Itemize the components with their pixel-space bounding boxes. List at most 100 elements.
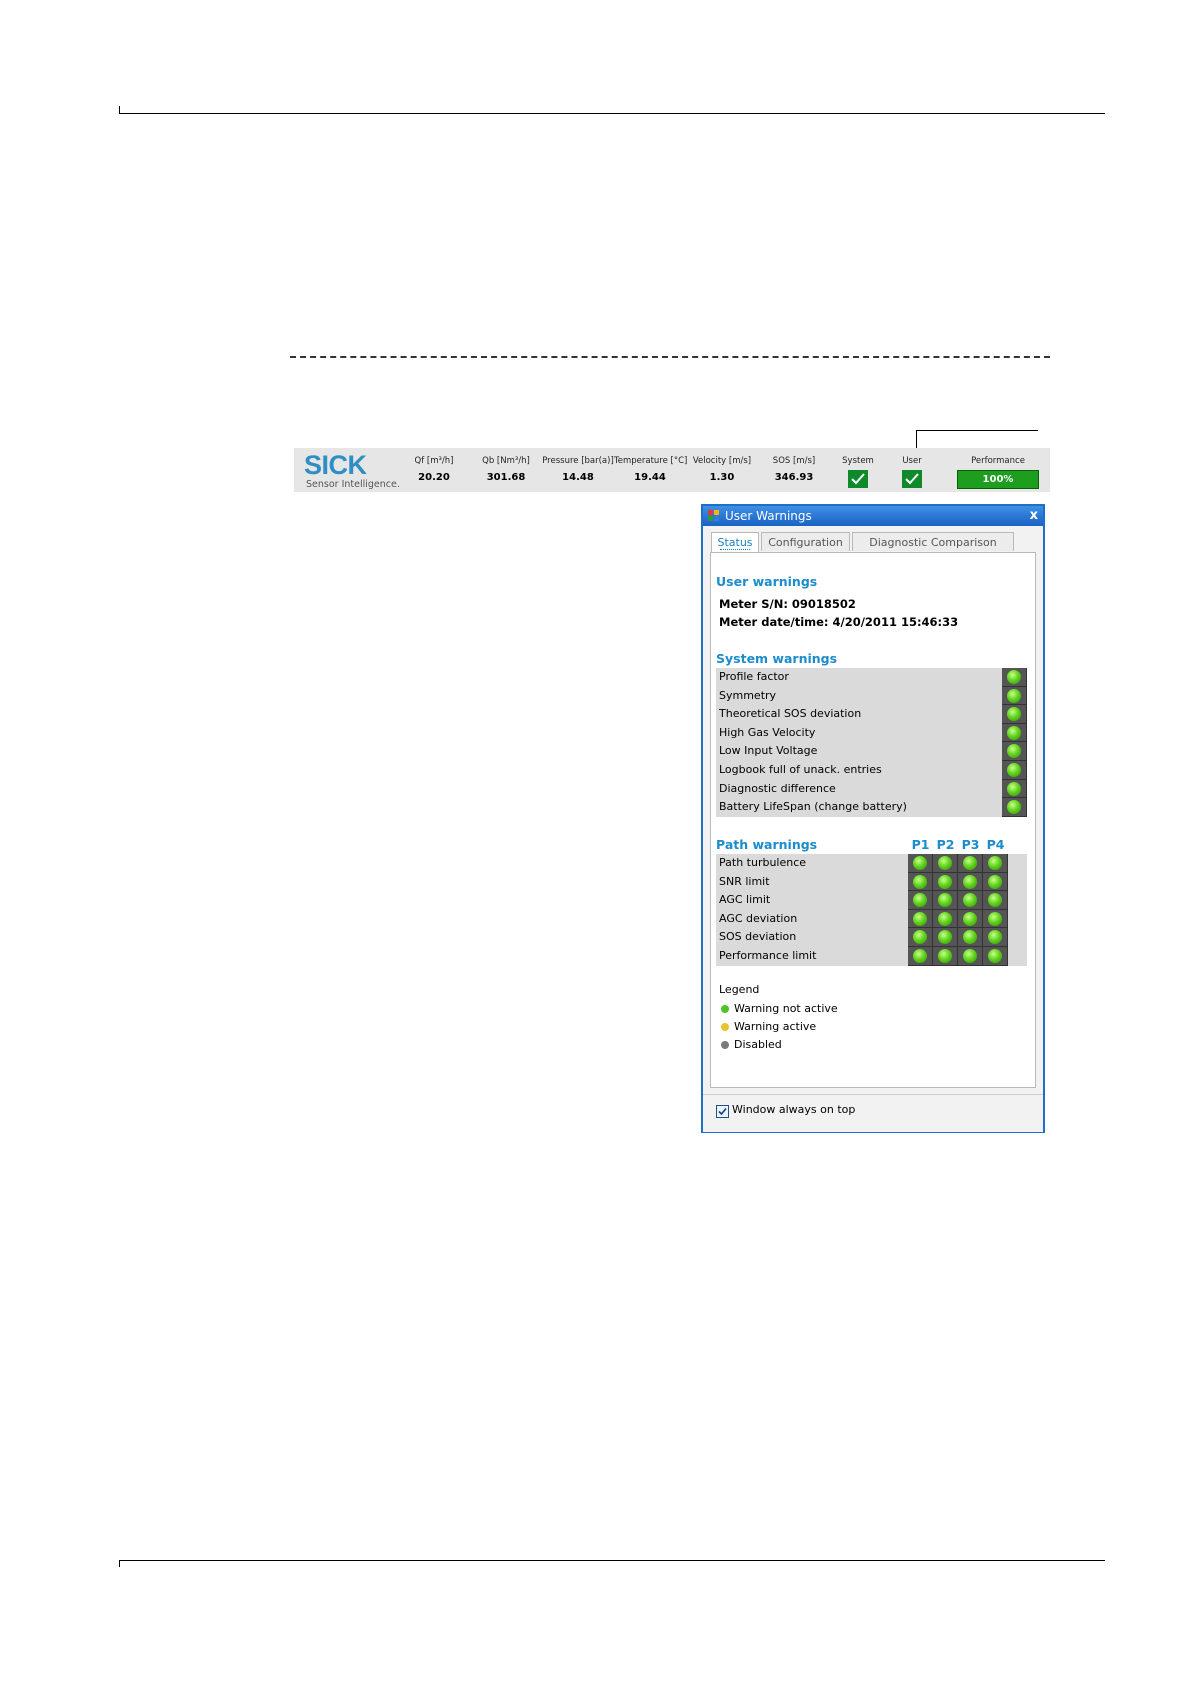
window-titlebar[interactable]: User Warnings x bbox=[703, 506, 1043, 526]
legend-item: Warning active bbox=[719, 1018, 919, 1036]
status-led-cell bbox=[983, 854, 1008, 873]
sick-logo: SICK bbox=[304, 450, 367, 480]
warning-label: Low Input Voltage bbox=[719, 744, 818, 758]
legend-label: Warning not active bbox=[734, 1002, 838, 1015]
legend-item: Warning not active bbox=[719, 1000, 919, 1018]
legend-item: Disabled bbox=[719, 1036, 919, 1054]
path-col-header: P1 bbox=[911, 837, 930, 852]
page-footer-rule bbox=[119, 1560, 1105, 1561]
path-warning-row: SNR limit bbox=[716, 872, 1027, 892]
status-led-icon bbox=[913, 874, 927, 889]
system-warning-row: Profile factor bbox=[716, 668, 1027, 687]
path-col-header: P4 bbox=[986, 837, 1005, 852]
sick-tagline: Sensor Intelligence. bbox=[306, 479, 400, 490]
status-led-cell bbox=[1002, 742, 1027, 761]
status-led-icon bbox=[1007, 800, 1021, 815]
warning-label: Logbook full of unack. entries bbox=[719, 762, 882, 776]
tab-configuration[interactable]: Configuration bbox=[761, 532, 850, 551]
warning-label: AGC deviation bbox=[719, 911, 798, 925]
status-led-cell bbox=[1002, 798, 1027, 817]
path-warnings-title: Path warnings bbox=[716, 837, 818, 852]
status-led-icon bbox=[963, 930, 977, 945]
warning-label: SOS deviation bbox=[719, 930, 797, 944]
warning-label: AGC limit bbox=[719, 893, 771, 907]
app-icon bbox=[708, 510, 719, 521]
performance-status[interactable]: Performance 100% bbox=[950, 454, 1046, 489]
path-warnings-table: Path turbulence SNR limit AGC limit AGC dev… bbox=[716, 854, 1027, 966]
warning-label: Performance limit bbox=[719, 948, 817, 962]
status-led-cell bbox=[958, 946, 983, 966]
status-led-icon bbox=[963, 911, 977, 926]
status-led-cell bbox=[1002, 686, 1027, 706]
status-col-velocity: Velocity [m/s] 1.30 bbox=[686, 454, 758, 483]
status-led-icon bbox=[913, 930, 927, 945]
status-col-value: 301.68 bbox=[486, 472, 526, 483]
status-led-cell bbox=[958, 928, 983, 947]
status-led-icon bbox=[1007, 707, 1021, 722]
warning-label: High Gas Velocity bbox=[719, 725, 816, 739]
status-col-temperature: Temperature [°C] 19.44 bbox=[614, 454, 687, 483]
warning-label: Profile factor bbox=[719, 670, 789, 683]
legend-dot-grey-icon bbox=[721, 1041, 729, 1049]
status-led-icon bbox=[963, 948, 977, 963]
warning-label: SNR limit bbox=[719, 874, 770, 888]
performance-label: Performance bbox=[971, 456, 1025, 466]
warning-label: Path turbulence bbox=[719, 856, 807, 869]
system-warning-row: Logbook full of unack. entries bbox=[716, 760, 1027, 780]
warning-label: Theoretical SOS deviation bbox=[719, 707, 862, 721]
window-title: User Warnings bbox=[725, 509, 812, 523]
status-led-icon bbox=[988, 911, 1002, 926]
user-check-icon[interactable] bbox=[902, 470, 922, 488]
status-led-cell bbox=[983, 891, 1008, 910]
checkmark-icon bbox=[718, 1107, 727, 1116]
legend-dot-yellow-icon bbox=[721, 1023, 729, 1031]
system-warning-row: Theoretical SOS deviation bbox=[716, 705, 1027, 724]
warning-label: Battery LifeSpan (change battery) bbox=[719, 800, 907, 814]
window-footer: Window always on top bbox=[703, 1094, 1043, 1132]
tab-label: Configuration bbox=[768, 536, 843, 549]
status-col-label: Pressure [bar(a)] bbox=[542, 456, 614, 466]
status-led-cell bbox=[983, 872, 1008, 892]
status-led-icon bbox=[913, 893, 927, 908]
close-icon[interactable]: x bbox=[1030, 506, 1038, 526]
status-led-cell bbox=[958, 891, 983, 910]
status-led-cell bbox=[933, 872, 958, 892]
status-led-icon bbox=[1007, 781, 1021, 796]
status-led-cell bbox=[958, 872, 983, 892]
tab-diagnostic-comparison-limits[interactable]: Diagnostic Comparison limits bbox=[852, 532, 1014, 568]
status-led-icon bbox=[988, 948, 1002, 963]
path-col-header: P3 bbox=[961, 837, 980, 852]
status-col-qf: Qf [m³/h] 20.20 bbox=[398, 454, 470, 483]
system-warning-row: Low Input Voltage bbox=[716, 742, 1027, 761]
legend-dot-green-icon bbox=[721, 1005, 729, 1013]
status-led-cell bbox=[933, 891, 958, 910]
always-on-top-checkbox[interactable] bbox=[716, 1105, 729, 1118]
status-bar: SICK Sensor Intelligence. Qf [m³/h] 20.2… bbox=[294, 448, 1050, 492]
status-led-icon bbox=[1007, 670, 1021, 684]
system-warnings-table: Profile factor Symmetry Theoretical SOS de… bbox=[716, 668, 1027, 817]
system-status[interactable]: System bbox=[828, 454, 888, 488]
status-led-icon bbox=[988, 856, 1002, 870]
path-col-header: P2 bbox=[936, 837, 955, 852]
system-check-icon[interactable] bbox=[848, 470, 868, 488]
status-col-label: Qb [Nm³/h] bbox=[482, 456, 530, 466]
tab-status[interactable]: Status bbox=[711, 532, 759, 553]
status-led-cell bbox=[908, 872, 933, 892]
tab-label: Status bbox=[717, 536, 753, 549]
system-warning-row: Symmetry bbox=[716, 686, 1027, 706]
status-col-value: 1.30 bbox=[709, 472, 735, 483]
status-led-icon bbox=[938, 911, 952, 926]
status-led-cell bbox=[983, 946, 1008, 966]
status-col-value: 19.44 bbox=[634, 472, 666, 483]
status-led-icon bbox=[1007, 688, 1021, 703]
status-led-icon bbox=[938, 893, 952, 908]
always-on-top-label[interactable]: Window always on top bbox=[732, 1103, 855, 1116]
status-led-cell bbox=[1002, 723, 1027, 743]
status-led-icon bbox=[1007, 744, 1021, 759]
dashed-separator bbox=[290, 356, 1050, 358]
path-warning-row: AGC limit bbox=[716, 891, 1027, 910]
status-led-icon bbox=[963, 856, 977, 870]
status-col-label: Velocity [m/s] bbox=[692, 456, 752, 466]
user-status[interactable]: User bbox=[882, 454, 942, 488]
legend-title: Legend bbox=[719, 983, 760, 996]
